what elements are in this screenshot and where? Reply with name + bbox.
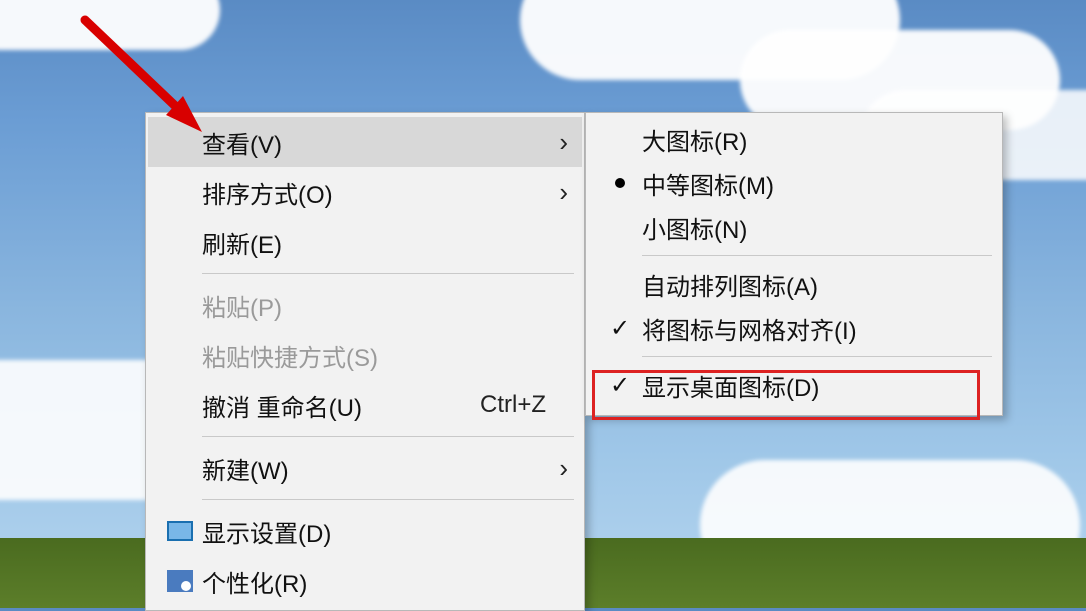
menu-item-label: 大图标(R) — [642, 122, 986, 157]
submenu-item-show-desktop-icons[interactable]: 显示桌面图标(D) — [588, 363, 1000, 407]
view-submenu: 大图标(R) 中等图标(M) 小图标(N) 自动排列图标(A) 将图标与网格对齐… — [585, 112, 1003, 416]
menu-separator — [202, 273, 574, 274]
submenu-item-auto-arrange[interactable]: 自动排列图标(A) — [588, 262, 1000, 306]
menu-separator — [202, 436, 574, 437]
display-settings-icon — [167, 521, 193, 541]
check-icon — [610, 371, 630, 400]
menu-item-label: 排序方式(O) — [202, 175, 546, 210]
menu-item-paste-shortcut: 粘贴快捷方式(S) — [148, 330, 582, 380]
menu-item-label: 撤消 重命名(U) — [202, 388, 468, 423]
menu-item-label: 小图标(N) — [642, 210, 986, 245]
menu-item-label: 个性化(R) — [202, 564, 546, 599]
menu-item-label: 查看(V) — [202, 125, 546, 160]
check-icon — [610, 314, 630, 343]
submenu-arrow-icon: › — [546, 177, 568, 208]
menu-item-personalize[interactable]: 个性化(R) — [148, 556, 582, 606]
menu-item-label: 粘贴快捷方式(S) — [202, 338, 546, 373]
menu-item-refresh[interactable]: 刷新(E) — [148, 217, 582, 267]
submenu-item-align-to-grid[interactable]: 将图标与网格对齐(I) — [588, 306, 1000, 350]
submenu-item-medium-icons[interactable]: 中等图标(M) — [588, 161, 1000, 205]
menu-item-label: 将图标与网格对齐(I) — [642, 311, 986, 346]
submenu-item-large-icons[interactable]: 大图标(R) — [588, 117, 1000, 161]
menu-separator — [642, 255, 992, 256]
menu-item-display-settings[interactable]: 显示设置(D) — [148, 506, 582, 556]
menu-item-label: 刷新(E) — [202, 225, 546, 260]
menu-item-undo-rename[interactable]: 撤消 重命名(U) Ctrl+Z — [148, 380, 582, 430]
submenu-arrow-icon: › — [546, 127, 568, 158]
menu-item-label: 自动排列图标(A) — [642, 267, 986, 302]
desktop-context-menu: 查看(V) › 排序方式(O) › 刷新(E) 粘贴(P) 粘贴快捷方式(S) … — [145, 112, 585, 611]
menu-separator — [642, 356, 992, 357]
menu-item-new[interactable]: 新建(W) › — [148, 443, 582, 493]
menu-item-paste: 粘贴(P) — [148, 280, 582, 330]
menu-item-sort-by[interactable]: 排序方式(O) › — [148, 167, 582, 217]
menu-separator — [202, 499, 574, 500]
menu-item-label: 粘贴(P) — [202, 288, 546, 323]
menu-item-label: 显示桌面图标(D) — [642, 368, 986, 403]
menu-item-shortcut: Ctrl+Z — [480, 391, 546, 419]
menu-item-view[interactable]: 查看(V) › — [148, 117, 582, 167]
menu-item-label: 显示设置(D) — [202, 514, 546, 549]
submenu-arrow-icon: › — [546, 453, 568, 484]
menu-item-label: 新建(W) — [202, 451, 546, 486]
personalize-icon — [167, 570, 193, 592]
menu-item-label: 中等图标(M) — [642, 166, 986, 201]
submenu-item-small-icons[interactable]: 小图标(N) — [588, 205, 1000, 249]
radio-bullet-icon — [615, 178, 625, 188]
